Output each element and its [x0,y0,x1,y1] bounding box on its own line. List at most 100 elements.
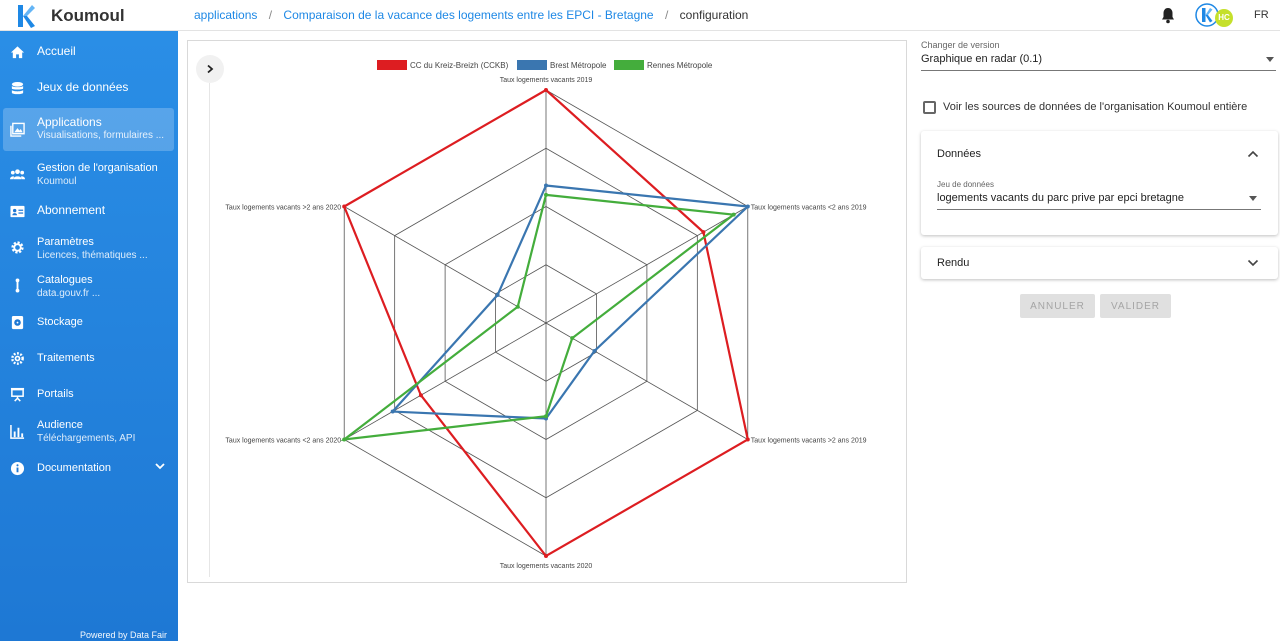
app-name: Koumoul [51,6,125,25]
radar-grid [343,89,749,557]
chevron-down-icon[interactable] [1247,259,1259,267]
powered-by[interactable]: Powered by Data Fair [80,630,167,640]
sidebar-item-sublabel: data.gouv.fr ... [37,288,101,299]
language-switch[interactable]: FR [1254,9,1269,21]
breadcrumb-separator: / [268,8,273,22]
dataset-select-underline [937,209,1261,210]
data-point [701,230,706,235]
chart-icon [10,424,25,439]
breadcrumb-applications[interactable]: applications [194,8,257,22]
sidebar-item-sublabel: Koumoul [37,176,77,187]
sidebar-item-label: Gestion de l'organisation [37,162,158,174]
version-select-underline [921,70,1276,71]
sidebar-item-catalogs[interactable]: Catalogues data.gouv.fr ... [0,270,178,302]
sidebar-item-subscription[interactable]: Abonnement [0,200,178,222]
radar-chart: CC du Kreiz-Breizh (CCKB) Brest Métropole… [225,60,867,570]
sidebar-item-documentation[interactable]: Documentation [0,457,178,479]
dropdown-arrow-icon[interactable] [1266,57,1274,62]
brand[interactable]: Koumoul [0,0,178,31]
image-icon [10,122,25,137]
sidebar-item-accueil[interactable]: Accueil [0,41,178,63]
sidebar-item-sublabel: Téléchargements, API [37,433,136,444]
chevron-down-icon[interactable] [155,462,165,470]
gear-icon [11,241,24,254]
axis-label: Taux logements vacants 2020 [500,563,593,570]
breadcrumb-current: configuration [679,8,749,22]
panel-rendu[interactable]: Rendu [921,247,1278,279]
sidebar-item-label: Stockage [37,316,83,328]
data-point [342,204,347,209]
sidebar-item-label: Paramètres [37,236,94,248]
data-point [544,183,548,188]
presentation-icon [10,387,25,402]
avatar[interactable]: HC [1195,3,1233,28]
sidebar-item-label: Applications [37,115,102,129]
dataset-select[interactable]: logements vacants du parc prive par epci… [937,192,1184,204]
sidebar-item-settings[interactable]: Paramètres Licences, thématiques ... [0,232,178,264]
storage-icon [11,315,24,330]
sidebar-item-label: Audience [37,419,83,431]
catalog-icon [15,278,20,293]
legend-label: Rennes Métropole [647,61,713,70]
sidebar-item-applications[interactable]: Applications Visualisations, formulaires… [3,108,174,151]
series-line [340,193,737,442]
legend-swatch [517,60,547,70]
breadcrumb-application[interactable]: Comparaison de la vacance des logements … [283,8,653,22]
axis-label: Taux logements vacants >2 ans 2020 [225,205,341,212]
data-point [544,88,548,92]
panel-donnees-header[interactable]: Données [937,148,981,160]
sidebar-item-label: Portails [37,388,74,400]
legend-label: Brest Métropole [550,61,607,70]
axis-label: Taux logements vacants <2 ans 2020 [225,438,341,445]
version-select[interactable]: Graphique en radar (0.1) [921,53,1042,65]
validate-button[interactable]: VALIDER [1100,294,1171,318]
data-point [592,348,597,353]
group-icon [10,169,25,180]
data-point [390,409,395,414]
sidebar-item-portals[interactable]: Portails [0,383,178,405]
bell-icon[interactable] [1160,7,1176,24]
legend-swatch [614,60,644,70]
sidebar-item-sublabel: Visualisations, formulaires ... [37,130,165,141]
sidebar-item-processing[interactable]: Traitements [0,347,178,369]
sidebar-item-datasets[interactable]: Jeux de données [0,77,178,99]
sidebar-item-label: Traitements [37,352,95,364]
sidebar-item-label: Jeux de données [37,80,129,94]
breadcrumb: applications / Comparaison de la vacance… [194,8,748,22]
chart-legend: CC du Kreiz-Breizh (CCKB) Brest Métropole… [377,60,713,70]
data-point [745,437,750,442]
data-point [515,304,520,309]
legend-swatch [377,60,407,70]
sidebar-item-sublabel: Licences, thématiques ... [37,250,148,261]
sidebar-item-organization[interactable]: Gestion de l'organisation Koumoul [0,158,178,190]
database-icon [11,81,24,95]
cancel-button[interactable]: ANNULER [1020,294,1095,318]
sidebar-item-storage[interactable]: Stockage [0,311,178,333]
sidebar-item-label: Accueil [37,44,76,58]
cogs-icon [11,352,24,365]
avatar-initials: HC [1218,13,1230,22]
sources-checkbox[interactable] [923,101,936,114]
data-point [544,414,548,419]
sidebar-item-label: Abonnement [37,203,106,217]
card-icon [10,205,25,218]
data-point [418,393,423,398]
data-point [745,204,750,209]
axis-label: Taux logements vacants 2019 [500,77,593,84]
data-point [544,554,548,558]
data-point [342,437,347,442]
home-icon [10,46,25,59]
chevron-up-icon[interactable] [1247,150,1259,158]
legend-label: CC du Kreiz-Breizh (CCKB) [410,61,509,70]
panel-rendu-header[interactable]: Rendu [937,257,969,269]
sidebar: Accueil Jeux de données Applications Vis… [0,31,178,641]
data-point [495,293,500,298]
sources-checkbox-label[interactable]: Voir les sources de données de l'organis… [943,101,1247,113]
sidebar-item-audience[interactable]: Audience Téléchargements, API [0,415,178,447]
data-point [731,212,736,217]
koumoul-logo-icon [18,5,35,28]
dropdown-arrow-icon[interactable] [1249,196,1257,201]
sidebar-item-label: Documentation [37,462,111,474]
data-point [570,336,575,341]
data-point [544,192,548,197]
